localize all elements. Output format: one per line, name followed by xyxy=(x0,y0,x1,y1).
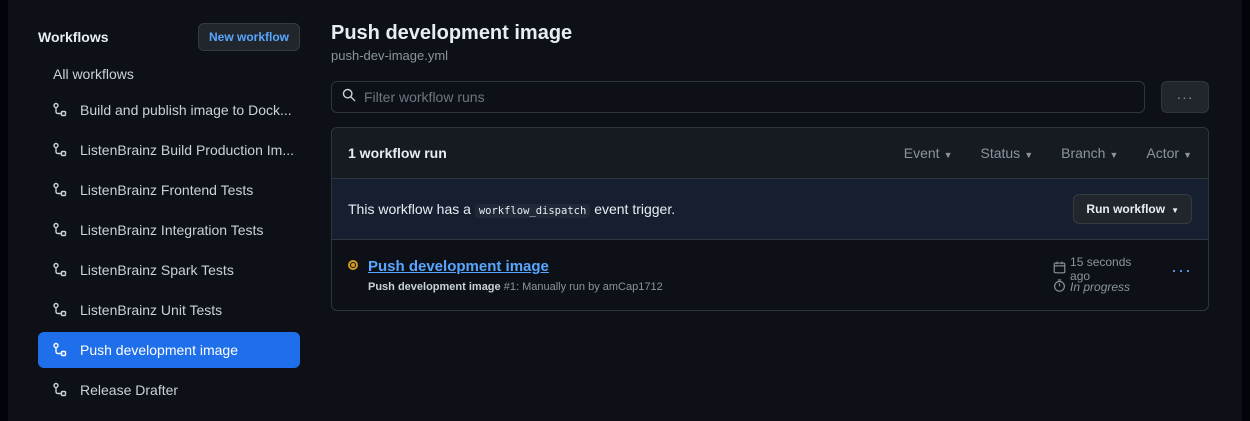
page-title: Push development image xyxy=(331,22,573,44)
run-title-link[interactable]: Push development image xyxy=(368,258,1053,275)
filter-runs-input[interactable]: Filter workflow runs xyxy=(331,81,1145,113)
sidebar-item-workflow[interactable]: ListenBrainz Unit Tests xyxy=(38,292,300,328)
dispatch-banner: This workflow has a workflow_dispatch ev… xyxy=(332,179,1208,240)
workflow-icon xyxy=(52,302,68,318)
dispatch-prefix: This workflow has a xyxy=(348,201,471,217)
sidebar-workflow-list: Build and publish image to Dock... Listen… xyxy=(38,92,300,408)
more-options-button[interactable]: ··· xyxy=(1161,81,1209,113)
sidebar-item-workflow[interactable]: ListenBrainz Integration Tests xyxy=(38,212,300,248)
dispatch-suffix: event trigger. xyxy=(594,201,676,217)
run-time: 15 seconds ago xyxy=(1070,255,1132,283)
main-content: Push development image push-dev-image.ym… xyxy=(331,18,1209,311)
filter-row: Filter workflow runs ··· xyxy=(331,81,1209,113)
dispatch-message: This workflow has a workflow_dispatch ev… xyxy=(348,201,1073,218)
filter-branch-label: Branch xyxy=(1061,145,1106,161)
sidebar-item-workflow[interactable]: ListenBrainz Frontend Tests xyxy=(38,172,300,208)
workflow-icon xyxy=(52,142,68,158)
sidebar-item-workflow[interactable]: Push development image xyxy=(38,332,300,368)
sidebar-item-label: Build and publish image to Dock... xyxy=(80,102,292,118)
sidebar-title: Workflows xyxy=(38,29,109,45)
stopwatch-icon xyxy=(1053,279,1070,295)
sidebar-item-label: Push development image xyxy=(80,342,238,358)
sidebar-item-label: ListenBrainz Frontend Tests xyxy=(80,182,254,198)
runs-count: 1 workflow run xyxy=(348,145,447,161)
run-status: In progress xyxy=(1070,280,1131,294)
workflow-icon xyxy=(52,182,68,198)
sidebar-item-workflow[interactable]: Build and publish image to Dock... xyxy=(38,92,300,128)
chevron-down-icon: ▼ xyxy=(1109,150,1119,160)
filter-branch-dropdown[interactable]: Branch ▼ xyxy=(1061,145,1118,161)
sidebar-item-workflow[interactable]: ListenBrainz Build Production Im... xyxy=(38,132,300,168)
in-progress-status-icon xyxy=(348,260,358,270)
workflow-file-name: push-dev-image.yml xyxy=(331,48,449,63)
workflow-icon xyxy=(52,222,68,238)
workflow-run-row[interactable]: Push development image Push development … xyxy=(332,240,1208,310)
chevron-down-icon: ▼ xyxy=(943,150,953,160)
run-meta-name: Push development image xyxy=(368,281,501,293)
window-edge-right xyxy=(1242,0,1250,421)
sidebar-header: Workflows New workflow xyxy=(38,18,300,56)
dispatch-event-code: workflow_dispatch xyxy=(474,204,591,218)
calendar-icon xyxy=(1053,261,1070,277)
filter-actor-dropdown[interactable]: Actor ▼ xyxy=(1146,145,1192,161)
workflow-icon xyxy=(52,102,68,118)
run-workflow-label: Run workflow xyxy=(1086,202,1166,216)
workflow-icon xyxy=(52,342,68,358)
sidebar-item-workflow[interactable]: Release Drafter xyxy=(38,372,300,408)
filter-actor-label: Actor xyxy=(1146,145,1180,161)
filter-event-dropdown[interactable]: Event ▼ xyxy=(904,145,953,161)
sidebar-item-label: Release Drafter xyxy=(80,382,179,398)
filter-placeholder: Filter workflow runs xyxy=(364,89,485,105)
sidebar-item-workflow[interactable]: ListenBrainz Spark Tests xyxy=(38,252,300,288)
run-timing: 15 seconds ago In progress xyxy=(1053,255,1153,296)
sidebar-item-label: ListenBrainz Spark Tests xyxy=(80,262,234,278)
sidebar-item-label: ListenBrainz Unit Tests xyxy=(80,302,223,318)
filter-status-label: Status xyxy=(980,145,1021,161)
sidebar-item-label: ListenBrainz Integration Tests xyxy=(80,222,264,238)
runs-header: 1 workflow run Event ▼ Status ▼ Branch ▼ Ac… xyxy=(332,128,1208,179)
chevron-down-icon: ▼ xyxy=(1024,150,1034,160)
search-icon xyxy=(342,88,356,107)
workflows-sidebar: Workflows New workflow All workflows Bui… xyxy=(38,18,300,412)
sidebar-item-all-workflows[interactable]: All workflows xyxy=(38,56,300,92)
sidebar-item-label: ListenBrainz Build Production Im... xyxy=(80,142,294,158)
workflow-icon xyxy=(52,382,68,398)
chevron-down-icon: ▼ xyxy=(1183,150,1192,160)
run-meta: Push development image #1: Manually run … xyxy=(368,281,1053,293)
run-workflow-button[interactable]: Run workflow ▼ xyxy=(1073,194,1192,224)
new-workflow-button[interactable]: New workflow xyxy=(197,23,300,51)
filter-status-dropdown[interactable]: Status ▼ xyxy=(980,145,1033,161)
workflow-icon xyxy=(52,262,68,278)
filter-event-label: Event xyxy=(903,145,940,161)
run-more-options-button[interactable]: ··· xyxy=(1171,260,1192,281)
run-info: Push development image Push development … xyxy=(368,240,1053,293)
workflow-runs-box: 1 workflow run Event ▼ Status ▼ Branch ▼ Ac… xyxy=(331,127,1209,311)
chevron-down-icon: ▼ xyxy=(1171,206,1179,215)
window-edge-left xyxy=(0,0,8,421)
run-meta-detail: #1: Manually run by amCap1712 xyxy=(503,281,663,293)
